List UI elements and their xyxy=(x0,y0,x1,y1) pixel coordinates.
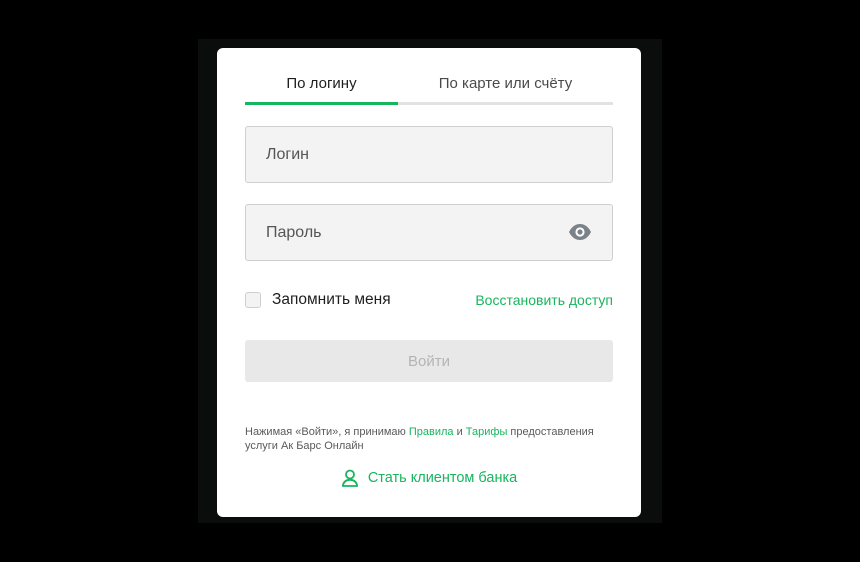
restore-access-link[interactable]: Восстановить доступ xyxy=(475,292,613,308)
become-client-label: Стать клиентом банка xyxy=(367,470,518,486)
login-button[interactable]: Войти xyxy=(245,340,613,382)
terms-and: и xyxy=(456,426,463,438)
remember-label: Запомнить меня xyxy=(272,291,391,308)
remember-checkbox[interactable] xyxy=(245,292,261,308)
password-field[interactable] xyxy=(245,204,613,261)
login-card: По логину По карте или счёту Запомнить м… xyxy=(217,48,641,517)
tariffs-link[interactable]: Тарифы xyxy=(466,426,508,438)
auth-tabs: По логину По карте или счёту xyxy=(245,70,613,106)
terms-text: Нажимая «Войти», я принимаю Правила и Та… xyxy=(245,425,613,453)
eye-icon[interactable] xyxy=(568,222,592,242)
tabs-active-indicator xyxy=(245,102,398,105)
tab-by-card-or-account[interactable]: По карте или счёту xyxy=(398,70,613,103)
remember-me[interactable]: Запомнить меня xyxy=(245,290,391,310)
rules-link[interactable]: Правила xyxy=(409,426,454,438)
become-client-link[interactable]: Стать клиентом банка xyxy=(217,468,641,488)
password-input[interactable] xyxy=(266,205,566,260)
tab-by-login[interactable]: По логину xyxy=(245,70,398,103)
login-field[interactable] xyxy=(245,126,613,183)
login-input[interactable] xyxy=(266,127,566,182)
user-icon xyxy=(341,469,359,487)
terms-prefix: Нажимая «Войти», я принимаю xyxy=(245,426,406,438)
